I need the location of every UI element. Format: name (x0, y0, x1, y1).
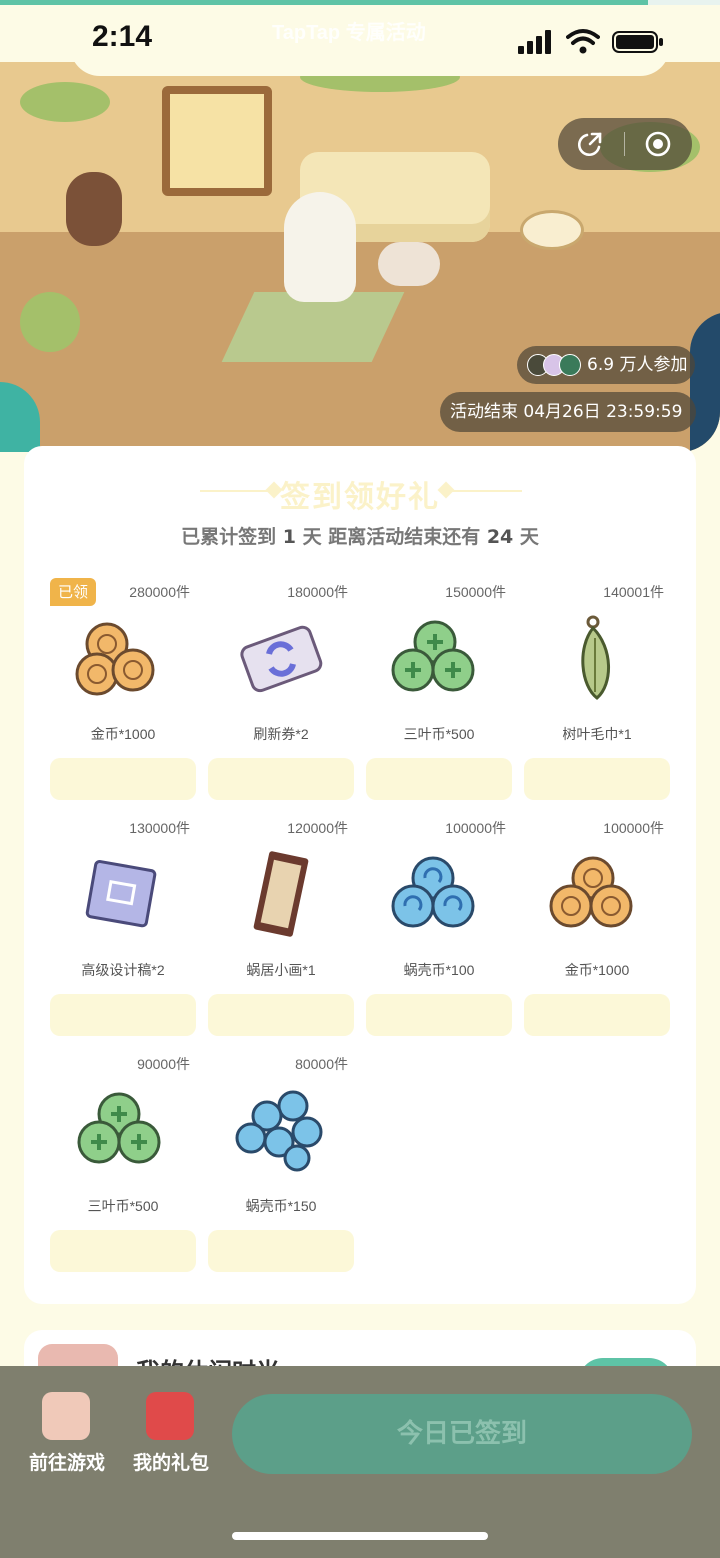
claim-button[interactable] (208, 758, 354, 800)
coin-stack-icon (75, 622, 155, 696)
reward-name: 树叶毛巾*1 (562, 726, 632, 742)
claim-button[interactable] (50, 994, 196, 1036)
clover-coin-icon (391, 620, 475, 692)
reward-stock: 280000件 (129, 584, 190, 600)
reward-stock: 90000件 (137, 1056, 190, 1072)
reward-name: 三叶币*500 (403, 726, 475, 742)
claim-button[interactable] (366, 758, 512, 800)
shell-coin-icon (235, 1090, 323, 1172)
banner-window (162, 86, 272, 196)
reward-stock: 80000件 (295, 1056, 348, 1072)
banner-cat (378, 242, 440, 286)
reward-item[interactable]: 150000件 三叶币*500 (366, 572, 512, 800)
avatar (559, 354, 581, 376)
participant-avatars (527, 354, 587, 376)
clover-coin-icon (77, 1092, 161, 1164)
reward-item[interactable]: 140001件 树叶毛巾*1 (524, 572, 670, 800)
claimed-badge: 已领 (50, 578, 96, 606)
coin-stack-icon (549, 856, 633, 928)
cellular-signal-icon (518, 30, 551, 54)
status-time: 2:14 (92, 20, 153, 53)
signin-card: 签到领好礼 已累计签到 1 天 距离活动结束还有 24 天 已领 280000件… (24, 446, 696, 1304)
reward-item[interactable]: 100000件 金币*1000 (524, 808, 670, 1036)
reward-name: 高级设计稿*2 (81, 962, 165, 978)
claim-button[interactable] (524, 758, 670, 800)
reward-item[interactable]: 已领 280000件 金币*1000 (50, 572, 196, 800)
reward-stock: 180000件 (287, 584, 348, 600)
banner-actions (558, 118, 692, 170)
claim-button[interactable] (50, 758, 196, 800)
my-gifts-button[interactable]: 我的礼包 (128, 1390, 218, 1474)
summary-mid: 天 距离活动结束还有 (302, 526, 481, 548)
page-title: TapTap 专属活动 (272, 22, 426, 44)
refresh-ticket-icon (240, 625, 323, 693)
reward-name: 金币*1000 (90, 726, 156, 742)
reward-name: 金币*1000 (564, 962, 630, 978)
bottom-action-bar: 前往游戏 我的礼包 今日已签到 (0, 1366, 720, 1558)
go-to-game-label: 前往游戏 (28, 1452, 105, 1474)
reward-name: 蜗壳币*100 (403, 962, 475, 978)
banner-decoration (690, 312, 720, 452)
reward-name: 蜗居小画*1 (246, 962, 316, 978)
reward-stock: 120000件 (287, 820, 348, 836)
share-icon[interactable] (576, 130, 604, 158)
banner-table (520, 210, 584, 250)
banner-plant (20, 292, 80, 352)
banner-dog (66, 172, 122, 246)
days-left: 24 (486, 526, 514, 548)
reward-item[interactable]: 130000件 高级设计稿*2 (50, 808, 196, 1036)
banner-plant (20, 82, 110, 122)
claim-button[interactable] (208, 1230, 354, 1272)
reward-stock: 150000件 (445, 584, 506, 600)
reward-stock: 100000件 (603, 820, 664, 836)
claim-button[interactable] (366, 994, 512, 1036)
wifi-icon (566, 29, 600, 54)
reward-stock: 100000件 (445, 820, 506, 836)
game-icon (42, 1392, 90, 1440)
reward-item[interactable]: 100000件 蜗壳币*100 (366, 808, 512, 1036)
summary-prefix: 已累计签到 (181, 526, 277, 548)
page-load-progress (0, 0, 720, 5)
participants-count: 6.9 万人参加 (587, 355, 688, 375)
participants-pill: 6.9 万人参加 (517, 346, 695, 384)
claim-button[interactable] (524, 994, 670, 1036)
signin-summary: 已累计签到 1 天 距离活动结束还有 24 天 (24, 522, 696, 549)
reward-item[interactable]: 80000件 蜗壳币*150 (208, 1044, 354, 1272)
signin-title: 签到领好礼 (280, 480, 440, 515)
claim-button[interactable] (50, 1230, 196, 1272)
record-icon[interactable] (644, 130, 672, 158)
summary-suffix: 天 (519, 526, 539, 548)
battery-icon (612, 31, 663, 53)
claim-button[interactable] (208, 994, 354, 1036)
page-load-progress-fill (0, 0, 648, 5)
days-signed: 1 (282, 526, 296, 548)
reward-stock: 140001件 (603, 584, 664, 600)
home-indicator[interactable] (232, 1532, 488, 1540)
leaf-towel-icon (581, 615, 610, 700)
checkin-button[interactable]: 今日已签到 (232, 1394, 692, 1474)
reward-item[interactable]: 180000件 刷新券*2 (208, 572, 354, 800)
event-deadline: 活动结束 04月26日 23:59:59 (440, 392, 696, 432)
my-gifts-label: 我的礼包 (132, 1452, 209, 1474)
reward-name: 刷新券*2 (253, 726, 309, 742)
reward-name: 蜗壳币*150 (245, 1198, 317, 1214)
picture-frame-icon (253, 851, 309, 937)
banner-character (284, 192, 356, 302)
divider (624, 132, 625, 156)
reward-item[interactable]: 120000件 蜗居小画*1 (208, 808, 354, 1036)
blueprint-icon (85, 860, 157, 928)
reward-name: 三叶币*500 (87, 1198, 159, 1214)
go-to-game-button[interactable]: 前往游戏 (24, 1390, 114, 1474)
gift-icon (146, 1392, 194, 1440)
reward-item[interactable]: 90000件 三叶币*500 (50, 1044, 196, 1272)
shell-coin-icon (391, 856, 475, 928)
reward-stock: 130000件 (129, 820, 190, 836)
